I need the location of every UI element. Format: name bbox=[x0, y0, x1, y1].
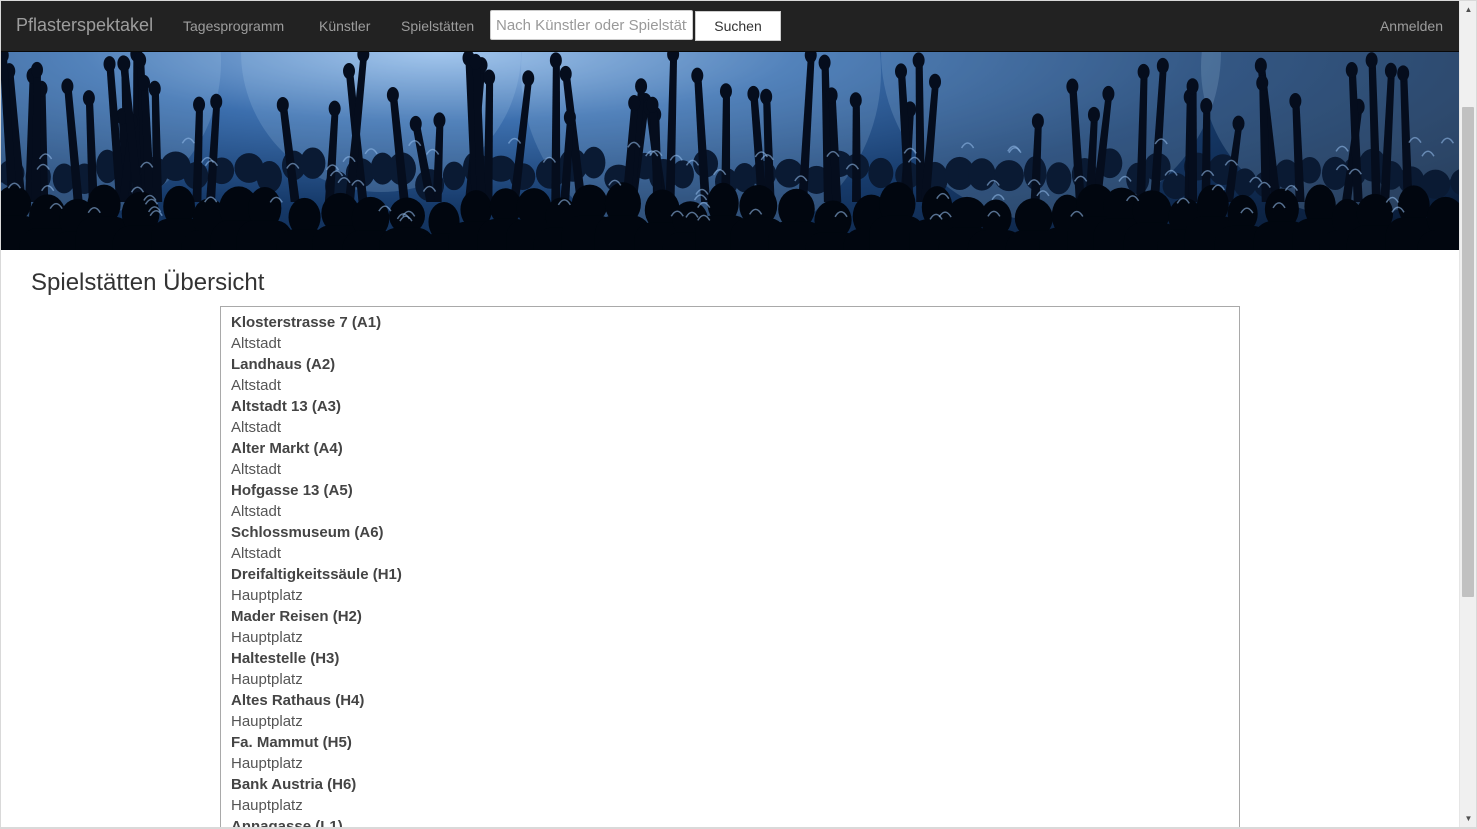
scroll-up-arrow-icon[interactable]: ▲ bbox=[1460, 1, 1477, 18]
nav-link-tagesprogramm[interactable]: Tagesprogramm bbox=[183, 18, 284, 34]
venue-name: Mader Reisen (H2) bbox=[231, 608, 362, 625]
venue-item[interactable]: Klosterstrasse 7 (A1) Altstadt bbox=[231, 312, 1229, 354]
venue-name: Dreifaltigkeitssäule (H1) bbox=[231, 566, 402, 583]
search-input[interactable] bbox=[490, 10, 693, 40]
venue-name: Annagasse (L1) bbox=[231, 818, 343, 827]
scroll-down-arrow-icon[interactable]: ▼ bbox=[1460, 810, 1477, 827]
nav-link-spielstaetten[interactable]: Spielstätten bbox=[401, 18, 474, 34]
venue-item[interactable]: Altstadt 13 (A3) Altstadt bbox=[231, 396, 1229, 438]
venue-name: Fa. Mammut (H5) bbox=[231, 734, 352, 751]
venue-area: Altstadt bbox=[231, 503, 282, 520]
browser-viewport: Pflasterspektakel Tagesprogramm Künstler… bbox=[1, 1, 1459, 827]
page-scrollbar[interactable]: ▲ ▼ bbox=[1459, 1, 1476, 827]
venue-name: Landhaus (A2) bbox=[231, 356, 336, 373]
venue-name: Bank Austria (H6) bbox=[231, 776, 357, 793]
concert-crowd-image bbox=[1, 52, 1459, 250]
nav-link-kuenstler[interactable]: Künstler bbox=[319, 18, 370, 34]
venue-area: Altstadt bbox=[231, 461, 282, 478]
venue-item[interactable]: Haltestelle (H3) Hauptplatz bbox=[231, 648, 1229, 690]
venue-item[interactable]: Alter Markt (A4) Altstadt bbox=[231, 438, 1229, 480]
brand-link[interactable]: Pflasterspektakel bbox=[16, 15, 153, 36]
page-title: Spielstätten Übersicht bbox=[31, 269, 265, 296]
scroll-thumb[interactable] bbox=[1462, 107, 1474, 597]
venue-item[interactable]: Dreifaltigkeitssäule (H1) Hauptplatz bbox=[231, 564, 1229, 606]
navbar: Pflasterspektakel Tagesprogramm Künstler… bbox=[1, 1, 1459, 52]
search-button[interactable]: Suchen bbox=[695, 11, 781, 41]
venue-area: Hauptplatz bbox=[231, 797, 303, 814]
venue-item[interactable]: Fa. Mammut (H5) Hauptplatz bbox=[231, 732, 1229, 774]
venue-area: Hauptplatz bbox=[231, 629, 303, 646]
venue-name: Hofgasse 13 (A5) bbox=[231, 482, 353, 499]
venue-name: Altstadt 13 (A3) bbox=[231, 398, 342, 415]
venue-list[interactable]: Klosterstrasse 7 (A1) Altstadt Landhaus (A… bbox=[220, 306, 1240, 827]
venue-item[interactable]: Mader Reisen (H2) Hauptplatz bbox=[231, 606, 1229, 648]
venue-item[interactable]: Altes Rathaus (H4) Hauptplatz bbox=[231, 690, 1229, 732]
venue-area: Hauptplatz bbox=[231, 587, 303, 604]
venue-name: Schlossmuseum (A6) bbox=[231, 524, 384, 541]
venue-item[interactable]: Bank Austria (H6) Hauptplatz bbox=[231, 774, 1229, 816]
venue-item[interactable]: Annagasse (L1) bbox=[231, 816, 1229, 827]
venue-name: Haltestelle (H3) bbox=[231, 650, 340, 667]
venue-area: Altstadt bbox=[231, 419, 282, 436]
venue-name: Klosterstrasse 7 (A1) bbox=[231, 314, 382, 331]
venue-area: Hauptplatz bbox=[231, 755, 303, 772]
venue-area: Hauptplatz bbox=[231, 671, 303, 688]
venue-name: Alter Markt (A4) bbox=[231, 440, 343, 457]
venue-item[interactable]: Landhaus (A2) Altstadt bbox=[231, 354, 1229, 396]
venue-area: Hauptplatz bbox=[231, 713, 303, 730]
venue-area: Altstadt bbox=[231, 377, 282, 394]
login-link[interactable]: Anmelden bbox=[1380, 18, 1443, 34]
venue-item[interactable]: Schlossmuseum (A6) Altstadt bbox=[231, 522, 1229, 564]
venue-item[interactable]: Hofgasse 13 (A5) Altstadt bbox=[231, 480, 1229, 522]
venue-name: Altes Rathaus (H4) bbox=[231, 692, 365, 709]
venue-area: Altstadt bbox=[231, 335, 282, 352]
hero-banner bbox=[1, 52, 1459, 250]
venue-area: Altstadt bbox=[231, 545, 282, 562]
